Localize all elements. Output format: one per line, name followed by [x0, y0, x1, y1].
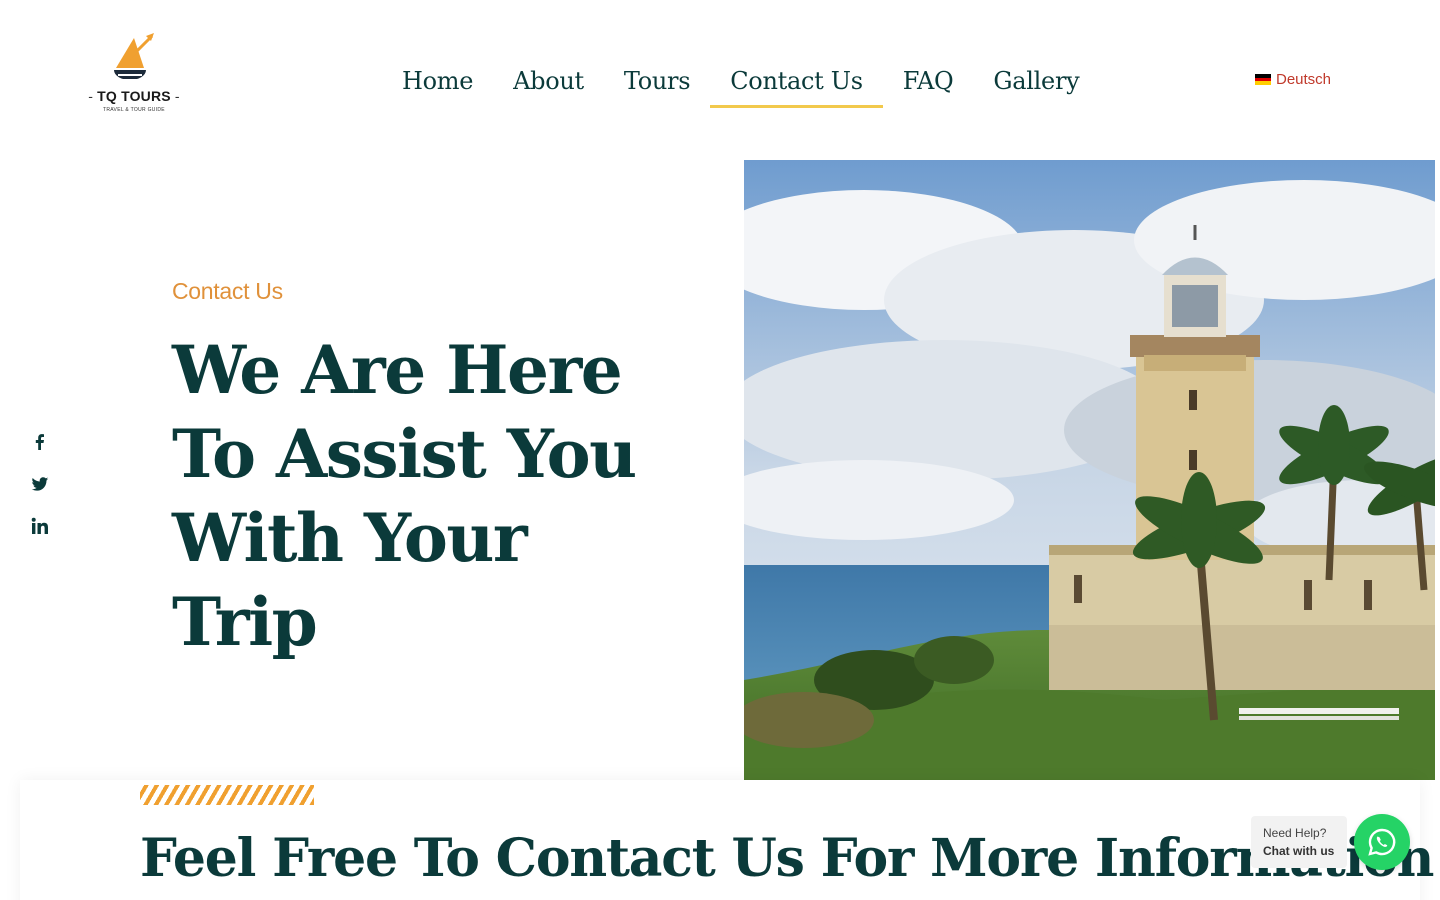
hero-image — [744, 160, 1435, 780]
sailboat-sun-arrow-icon — [114, 33, 154, 81]
chat-help-text: Need Help? — [1263, 826, 1327, 840]
nav-gallery[interactable]: Gallery — [973, 60, 1099, 108]
main-nav: Home About Tours Contact Us FAQ Gallery — [382, 60, 1099, 108]
facebook-icon[interactable] — [30, 432, 50, 452]
brand-tagline: TRAVEL & TOUR GUIDE — [103, 107, 165, 113]
language-label: Deutsch — [1276, 71, 1332, 88]
twitter-icon[interactable] — [30, 474, 50, 494]
nav-tours[interactable]: Tours — [604, 60, 710, 108]
chat-bubble[interactable]: Need Help? Chat with us — [1251, 816, 1347, 868]
social-links — [30, 432, 50, 536]
decorative-stripes — [140, 785, 314, 805]
hero-title: We Are Here To Assist You With Your Trip — [172, 331, 637, 661]
nav-faq[interactable]: FAQ — [883, 60, 974, 108]
linkedin-icon[interactable] — [30, 516, 50, 536]
whatsapp-icon — [1368, 828, 1396, 856]
hero-eyebrow: Contact Us — [172, 278, 283, 304]
chat-link-text: Chat with us — [1263, 844, 1335, 858]
site-logo[interactable]: - TQ TOURS - TRAVEL & TOUR GUIDE — [84, 30, 184, 118]
nav-home[interactable]: Home — [382, 60, 493, 108]
lighthouse-coast-photo — [744, 160, 1435, 780]
nav-about[interactable]: About — [493, 60, 604, 108]
language-switcher[interactable]: Deutsch — [1255, 71, 1331, 88]
section-title: Feel Free To Contact Us For More Informa… — [140, 828, 1434, 889]
nav-contact-us[interactable]: Contact Us — [710, 60, 884, 108]
brand-name: - TQ TOURS - — [88, 88, 180, 104]
german-flag-icon — [1255, 74, 1271, 85]
whatsapp-chat-button[interactable] — [1354, 814, 1410, 870]
